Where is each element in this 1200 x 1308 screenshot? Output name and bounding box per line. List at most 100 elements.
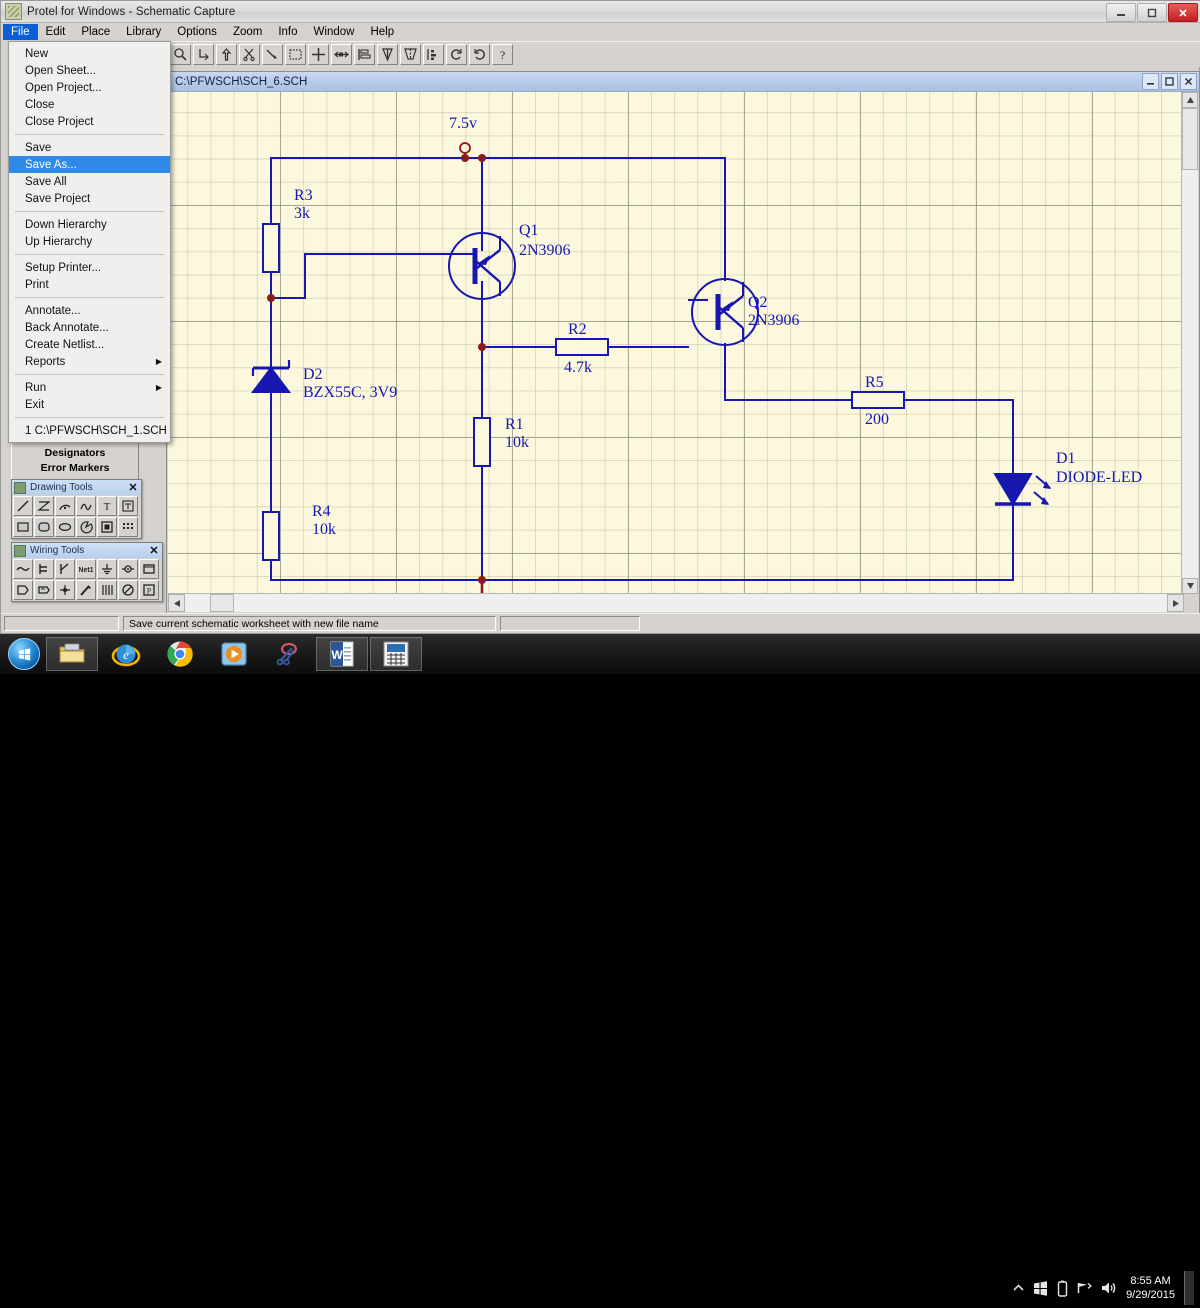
menu-item-open-project[interactable]: Open Project... xyxy=(9,79,170,96)
text-frame-icon[interactable] xyxy=(118,496,138,516)
menu-item-save-as[interactable]: Save As... xyxy=(9,156,170,173)
draw-rectangle-icon[interactable] xyxy=(13,517,33,537)
menu-item-create-netlist[interactable]: Create Netlist... xyxy=(9,336,170,353)
vertical-scroll-thumb[interactable] xyxy=(1182,108,1198,170)
zoom-in-icon[interactable] xyxy=(193,44,214,65)
menu-zoom[interactable]: Zoom xyxy=(225,24,270,40)
start-button[interactable] xyxy=(3,636,45,672)
battery-icon[interactable] xyxy=(1057,1280,1068,1297)
taskbar-item-file-explorer[interactable] xyxy=(46,637,98,671)
menu-edit[interactable]: Edit xyxy=(38,24,74,40)
drawing-tools-titlebar[interactable]: Drawing Tools ✕ xyxy=(12,480,141,495)
no-erc-icon[interactable] xyxy=(118,580,138,600)
menu-item-reports[interactable]: Reports ▶ xyxy=(9,353,170,370)
spacing-icon[interactable] xyxy=(423,44,444,65)
menu-item-open-sheet[interactable]: Open Sheet... xyxy=(9,62,170,79)
undo-icon[interactable] xyxy=(446,44,467,65)
place-wire-icon[interactable] xyxy=(13,559,33,579)
scroll-right-button[interactable] xyxy=(1167,594,1184,612)
menu-item-close-project[interactable]: Close Project xyxy=(9,113,170,130)
paste-array-icon[interactable] xyxy=(118,517,138,537)
menu-item-setup-printer[interactable]: Setup Printer... xyxy=(9,259,170,276)
move-icon[interactable] xyxy=(308,44,329,65)
help-question-icon[interactable]: ? xyxy=(492,44,513,65)
menu-item-save-all[interactable]: Save All xyxy=(9,173,170,190)
minimize-button[interactable] xyxy=(1106,3,1136,22)
maximize-button[interactable] xyxy=(1137,3,1167,22)
vertical-scrollbar[interactable] xyxy=(1181,92,1198,594)
place-sheet-symbol-icon[interactable] xyxy=(139,559,159,579)
draw-arc-icon[interactable] xyxy=(55,496,75,516)
menu-item-print[interactable]: Print xyxy=(9,276,170,293)
scroll-left-button[interactable] xyxy=(168,594,185,612)
drawing-tools-close-icon[interactable]: ✕ xyxy=(127,482,139,494)
taskbar-item-protel-schematic[interactable] xyxy=(370,637,422,671)
schematic-canvas[interactable]: 7.5v R3 3k Q1 2N3906 Q2 2N3906 R2 4.7k D… xyxy=(168,92,1184,594)
draw-curve-icon[interactable] xyxy=(76,496,96,516)
menu-item-down-hierarchy[interactable]: Down Hierarchy xyxy=(9,216,170,233)
menu-item-new[interactable]: New xyxy=(9,45,170,62)
close-button[interactable] xyxy=(1168,3,1198,22)
place-image-icon[interactable] xyxy=(97,517,117,537)
menu-library[interactable]: Library xyxy=(118,24,169,40)
menu-item-save[interactable]: Save xyxy=(9,139,170,156)
menu-info[interactable]: Info xyxy=(270,24,305,40)
taskbar-item-google-chrome[interactable] xyxy=(154,637,206,671)
rounded-rectangle-icon[interactable] xyxy=(34,517,54,537)
menu-item-annotate[interactable]: Annotate... xyxy=(9,302,170,319)
place-wire-icon[interactable] xyxy=(262,44,283,65)
place-net-label-icon[interactable]: Net1 xyxy=(76,559,96,579)
show-desktop-button[interactable] xyxy=(1184,1271,1194,1305)
place-junction-icon[interactable] xyxy=(55,580,75,600)
taskbar-item-snipping-tool[interactable] xyxy=(262,637,314,671)
menu-item-close[interactable]: Close xyxy=(9,96,170,113)
taskbar-item-internet-explorer[interactable]: e xyxy=(100,637,152,671)
scroll-down-button[interactable] xyxy=(1182,578,1198,594)
document-maximize-button[interactable] xyxy=(1161,73,1178,90)
network-icon[interactable] xyxy=(1077,1281,1093,1295)
draw-pie-icon[interactable] xyxy=(76,517,96,537)
place-sheet-entry-icon[interactable] xyxy=(13,580,33,600)
stretch-icon[interactable] xyxy=(331,44,352,65)
designators-panel[interactable]: Designators Error Markers xyxy=(11,438,139,483)
horizontal-scroll-thumb[interactable] xyxy=(210,594,234,612)
document-minimize-button[interactable] xyxy=(1142,73,1159,90)
menu-item-up-hierarchy[interactable]: Up Hierarchy xyxy=(9,233,170,250)
place-port-icon[interactable] xyxy=(34,580,54,600)
place-bus-wire-icon[interactable] xyxy=(97,580,117,600)
align-icon[interactable] xyxy=(354,44,375,65)
zoom-out-icon[interactable] xyxy=(216,44,237,65)
menu-item-recent-file-1[interactable]: 1 C:\PFWSCH\SCH_1.SCH xyxy=(9,422,170,439)
zoom-window-icon[interactable] xyxy=(170,44,191,65)
draw-polygon-icon[interactable] xyxy=(34,496,54,516)
menu-item-back-annotate[interactable]: Back Annotate... xyxy=(9,319,170,336)
menu-item-exit[interactable]: Exit xyxy=(9,396,170,413)
cut-scissors-icon[interactable] xyxy=(239,44,260,65)
select-area-icon[interactable] xyxy=(285,44,306,65)
volume-icon[interactable] xyxy=(1101,1281,1117,1295)
windows-security-icon[interactable] xyxy=(1033,1280,1048,1296)
mirror-y-icon[interactable] xyxy=(400,44,421,65)
taskbar-clock[interactable]: 8:55 AM 9/29/2015 xyxy=(1126,1274,1175,1302)
place-bus-entry-icon[interactable] xyxy=(55,559,75,579)
horizontal-scrollbar[interactable] xyxy=(168,593,1184,612)
place-power-port-icon[interactable] xyxy=(97,559,117,579)
draw-line-icon[interactable] xyxy=(13,496,33,516)
taskbar-item-microsoft-word[interactable]: W xyxy=(316,637,368,671)
show-hidden-icons-chevron[interactable] xyxy=(1013,1284,1024,1292)
draw-ellipse-icon[interactable] xyxy=(55,517,75,537)
menu-file[interactable]: File xyxy=(3,24,38,40)
wiring-tools-titlebar[interactable]: Wiring Tools ✕ xyxy=(12,543,162,558)
menu-options[interactable]: Options xyxy=(169,24,225,40)
scroll-up-button[interactable] xyxy=(1182,92,1198,108)
place-bus-icon[interactable] xyxy=(34,559,54,579)
place-pcb-directive-icon[interactable]: P xyxy=(139,580,159,600)
redo-icon[interactable] xyxy=(469,44,490,65)
place-text-icon[interactable]: T xyxy=(97,496,117,516)
menu-place[interactable]: Place xyxy=(73,24,118,40)
place-part-icon[interactable] xyxy=(118,559,138,579)
wiring-tools-close-icon[interactable]: ✕ xyxy=(148,545,160,557)
menu-item-save-project[interactable]: Save Project xyxy=(9,190,170,207)
menu-window[interactable]: Window xyxy=(306,24,363,40)
place-pin-icon[interactable] xyxy=(76,580,96,600)
